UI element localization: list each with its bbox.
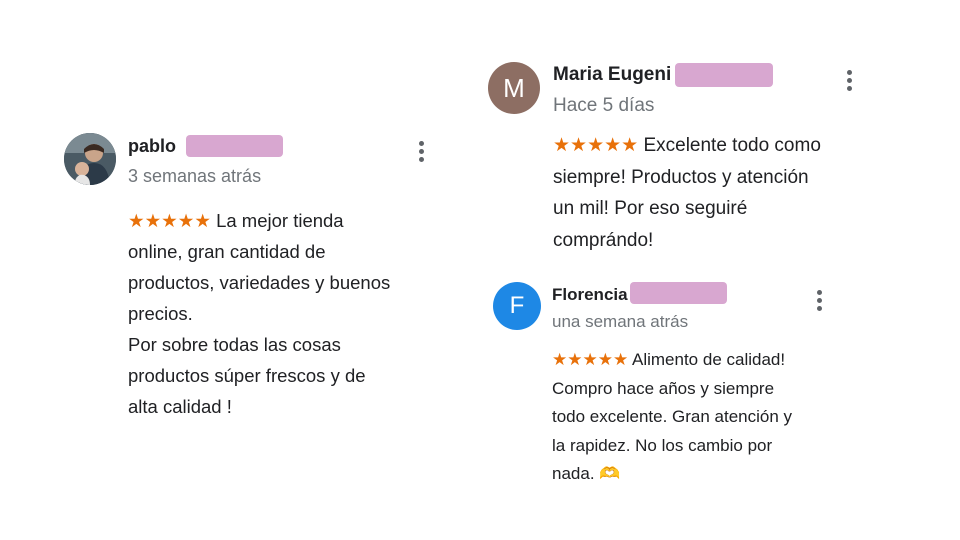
avatar-letter: F bbox=[509, 292, 525, 319]
star-rating: ★★★★★ bbox=[128, 210, 211, 231]
review-text: La mejor tienda online, gran cantidad de… bbox=[128, 210, 391, 417]
avatar[interactable]: F bbox=[493, 282, 541, 330]
review-body: ★★★★★ Excelente todo como siempre! Produ… bbox=[553, 130, 873, 256]
avatar-letter: M bbox=[503, 72, 525, 103]
review-time: 3 semanas atrás bbox=[128, 166, 262, 186]
review-text: Alimento de calidad! Compro hace años y … bbox=[552, 350, 793, 483]
review-time: Hace 5 días bbox=[553, 95, 655, 116]
redacted-surname bbox=[675, 63, 773, 87]
more-vert-icon[interactable] bbox=[416, 141, 426, 162]
reviewer-name[interactable]: pablo bbox=[128, 136, 176, 157]
avatar[interactable]: M bbox=[488, 62, 540, 114]
reviewer-name[interactable]: Florencia bbox=[552, 285, 628, 305]
redacted-surname bbox=[186, 135, 283, 157]
avatar-photo[interactable] bbox=[64, 133, 116, 185]
avatar-photo-image bbox=[64, 133, 116, 185]
star-rating: ★★★★★ bbox=[553, 135, 639, 156]
reviewer-name[interactable]: Maria Eugeni bbox=[553, 64, 671, 86]
review-body: ★★★★★ Alimento de calidad! Compro hace a… bbox=[552, 346, 852, 489]
review-time: una semana atrás bbox=[552, 312, 689, 331]
more-vert-icon[interactable] bbox=[814, 290, 824, 311]
review-body: ★★★★★ La mejor tienda online, gran canti… bbox=[128, 205, 448, 422]
redacted-surname bbox=[630, 282, 727, 304]
star-rating: ★★★★★ bbox=[552, 350, 629, 369]
more-vert-icon[interactable] bbox=[844, 70, 854, 91]
